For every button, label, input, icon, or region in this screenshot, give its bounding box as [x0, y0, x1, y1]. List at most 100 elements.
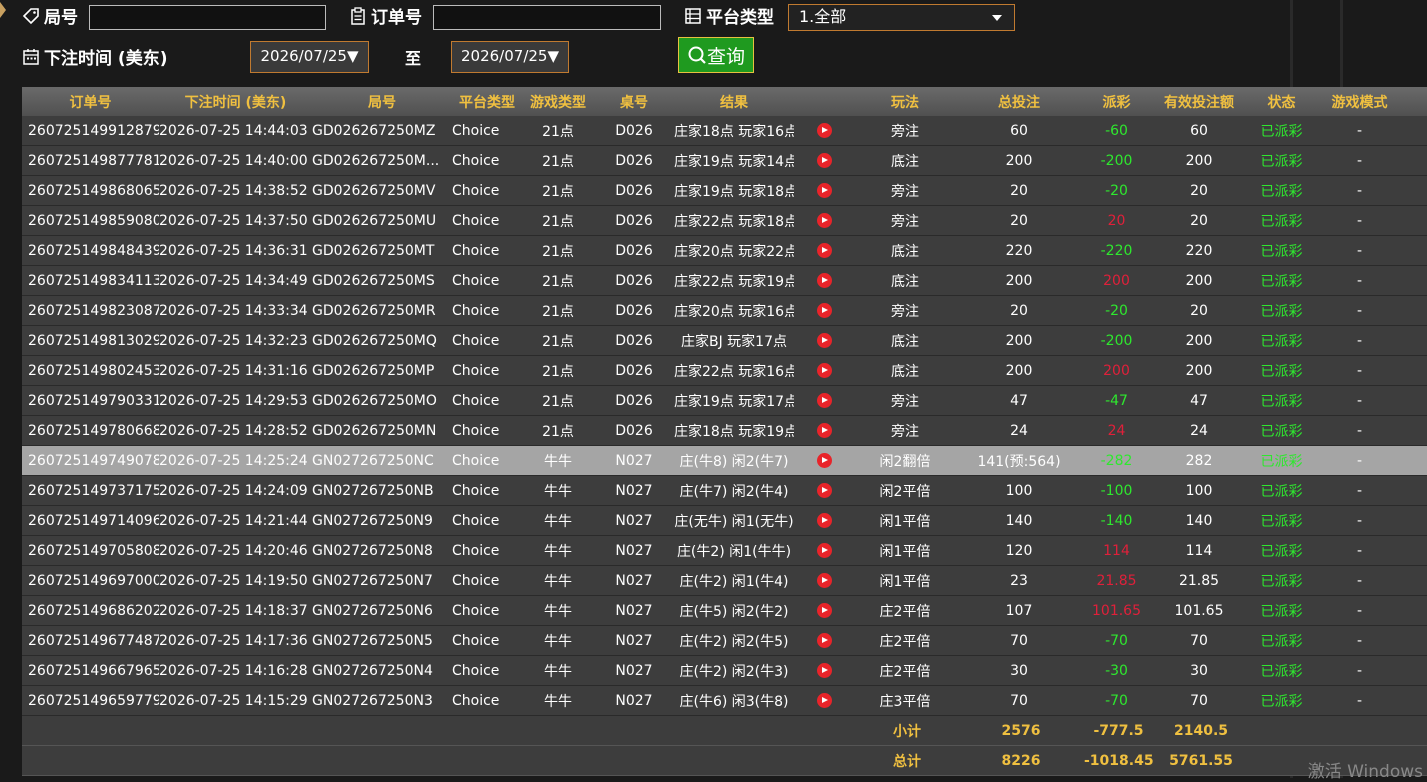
- play-video-icon[interactable]: [816, 273, 832, 288]
- play-video-icon[interactable]: [816, 123, 832, 138]
- table-row[interactable]: 260725149790331 2026-07-25 14:29:53 GD0262…: [22, 386, 1427, 416]
- table-row[interactable]: 260725149868065 2026-07-25 14:38:52 GD0262…: [22, 176, 1427, 206]
- query-button[interactable]: 查询: [678, 37, 754, 73]
- play-video-icon[interactable]: [816, 423, 832, 438]
- table-row[interactable]: 260725149686202 2026-07-25 14:18:37 GN0272…: [22, 596, 1427, 626]
- table-row[interactable]: 260725149677487 2026-07-25 14:17:36 GN0272…: [22, 626, 1427, 656]
- table-row[interactable]: 260725149859080 2026-07-25 14:37:50 GD0262…: [22, 206, 1427, 236]
- order-input[interactable]: [433, 5, 661, 30]
- play-video-icon[interactable]: [816, 183, 832, 198]
- header-total[interactable]: 总投注: [956, 92, 1082, 112]
- header-game[interactable]: 游戏类型: [522, 92, 594, 112]
- table-row[interactable]: 260725149802453 2026-07-25 14:31:16 GD0262…: [22, 356, 1427, 386]
- play-video-icon[interactable]: [816, 333, 832, 348]
- cell-mode: -: [1356, 482, 1363, 499]
- cell-result: 庄家20点 玩家16点: [674, 303, 794, 320]
- replay-cell[interactable]: [794, 183, 854, 198]
- replay-cell[interactable]: [794, 273, 854, 288]
- header-order[interactable]: 订单号: [22, 92, 159, 112]
- table-row[interactable]: 260725149912879 2026-07-25 14:44:03 GD0262…: [22, 116, 1427, 146]
- header-valid[interactable]: 有效投注额: [1151, 92, 1247, 112]
- replay-cell[interactable]: [794, 633, 854, 648]
- table-row[interactable]: 260725149823087 2026-07-25 14:33:34 GD0262…: [22, 296, 1427, 326]
- play-video-icon[interactable]: [816, 303, 832, 318]
- replay-cell[interactable]: [794, 243, 854, 258]
- replay-cell[interactable]: [794, 123, 854, 138]
- cell-game: 21点: [542, 393, 574, 410]
- round-input[interactable]: [89, 5, 326, 30]
- table-row[interactable]: 260725149848439 2026-07-25 14:36:31 GD0262…: [22, 236, 1427, 266]
- cell-valid: 220: [1185, 242, 1213, 259]
- play-video-icon[interactable]: [816, 603, 832, 618]
- replay-cell[interactable]: [794, 393, 854, 408]
- replay-cell[interactable]: [794, 693, 854, 708]
- cell-mode: -: [1356, 332, 1363, 349]
- replay-cell[interactable]: [794, 483, 854, 498]
- header-table[interactable]: 桌号: [594, 92, 674, 112]
- table-row[interactable]: 260725149659779 2026-07-25 14:15:29 GN0272…: [22, 686, 1427, 716]
- table-row[interactable]: 260725149877781 2026-07-25 14:40:00 GD0262…: [22, 146, 1427, 176]
- play-video-icon[interactable]: [816, 573, 832, 588]
- cell-round: GD026267250MO: [312, 392, 437, 409]
- cell-result: 庄家19点 玩家18点: [674, 183, 794, 200]
- play-video-icon[interactable]: [816, 243, 832, 258]
- play-video-icon[interactable]: [816, 153, 832, 168]
- replay-cell[interactable]: [794, 603, 854, 618]
- header-status[interactable]: 状态: [1247, 92, 1316, 112]
- play-video-icon[interactable]: [816, 633, 832, 648]
- platform-select[interactable]: 1.全部: [788, 4, 1015, 31]
- cell-platform: Choice: [452, 422, 500, 439]
- table-row[interactable]: 260725149667965 2026-07-25 14:16:28 GN0272…: [22, 656, 1427, 686]
- header-result[interactable]: 结果: [674, 92, 794, 112]
- replay-cell[interactable]: [794, 573, 854, 588]
- table-body: 260725149912879 2026-07-25 14:44:03 GD0262…: [22, 116, 1427, 716]
- cell-mode: -: [1356, 182, 1363, 199]
- play-video-icon[interactable]: [816, 513, 832, 528]
- play-video-icon[interactable]: [816, 453, 832, 468]
- header-round[interactable]: 局号: [312, 92, 452, 112]
- cell-time: 2026-07-25 14:24:09: [159, 482, 308, 499]
- cell-payout: -70: [1105, 632, 1128, 649]
- cell-time: 2026-07-25 14:29:53: [159, 392, 308, 409]
- collapse-arrow-icon[interactable]: [0, 2, 6, 18]
- cell-platform: Choice: [452, 272, 500, 289]
- replay-cell[interactable]: [794, 513, 854, 528]
- table-row[interactable]: 260725149737175 2026-07-25 14:24:09 GN0272…: [22, 476, 1427, 506]
- replay-cell[interactable]: [794, 363, 854, 378]
- cell-order: 260725149667965: [28, 662, 159, 679]
- header-time[interactable]: 下注时间 (美东): [159, 92, 312, 112]
- table-row[interactable]: 260725149749078 2026-07-25 14:25:24 GN0272…: [22, 446, 1427, 476]
- play-video-icon[interactable]: [816, 213, 832, 228]
- table-row[interactable]: 260725149705808 2026-07-25 14:20:46 GN0272…: [22, 536, 1427, 566]
- replay-cell[interactable]: [794, 423, 854, 438]
- replay-cell[interactable]: [794, 303, 854, 318]
- header-payout[interactable]: 派彩: [1082, 92, 1151, 112]
- header-mode[interactable]: 游戏模式: [1316, 92, 1403, 112]
- play-video-icon[interactable]: [816, 663, 832, 678]
- table-row[interactable]: 260725149780668 2026-07-25 14:28:52 GD0262…: [22, 416, 1427, 446]
- cell-status: 已派彩: [1260, 423, 1303, 440]
- replay-cell[interactable]: [794, 663, 854, 678]
- play-video-icon[interactable]: [816, 393, 832, 408]
- cell-total: 47: [1010, 392, 1028, 409]
- cell-round: GD026267250MZ: [312, 122, 436, 139]
- replay-cell[interactable]: [794, 153, 854, 168]
- play-video-icon[interactable]: [816, 363, 832, 378]
- cell-result: 庄(牛2) 闲2(牛5): [679, 633, 789, 650]
- table-row[interactable]: 260725149834113 2026-07-25 14:34:49 GD0262…: [22, 266, 1427, 296]
- replay-cell[interactable]: [794, 333, 854, 348]
- play-video-icon[interactable]: [816, 693, 832, 708]
- play-video-icon[interactable]: [816, 543, 832, 558]
- play-video-icon[interactable]: [816, 483, 832, 498]
- replay-cell[interactable]: [794, 543, 854, 558]
- table-row[interactable]: 260725149714096 2026-07-25 14:21:44 GN0272…: [22, 506, 1427, 536]
- table-row[interactable]: 260725149813029 2026-07-25 14:32:23 GD0262…: [22, 326, 1427, 356]
- replay-cell[interactable]: [794, 213, 854, 228]
- table-row[interactable]: 260725149697000 2026-07-25 14:19:50 GN0272…: [22, 566, 1427, 596]
- header-platform[interactable]: 平台类型: [452, 92, 522, 112]
- replay-cell[interactable]: [794, 453, 854, 468]
- date-from-picker[interactable]: 2026/07/25▼: [250, 41, 369, 73]
- header-play[interactable]: 玩法: [854, 92, 956, 112]
- date-to-picker[interactable]: 2026/07/25▼: [451, 41, 569, 73]
- cell-order: 260725149705808: [28, 542, 159, 559]
